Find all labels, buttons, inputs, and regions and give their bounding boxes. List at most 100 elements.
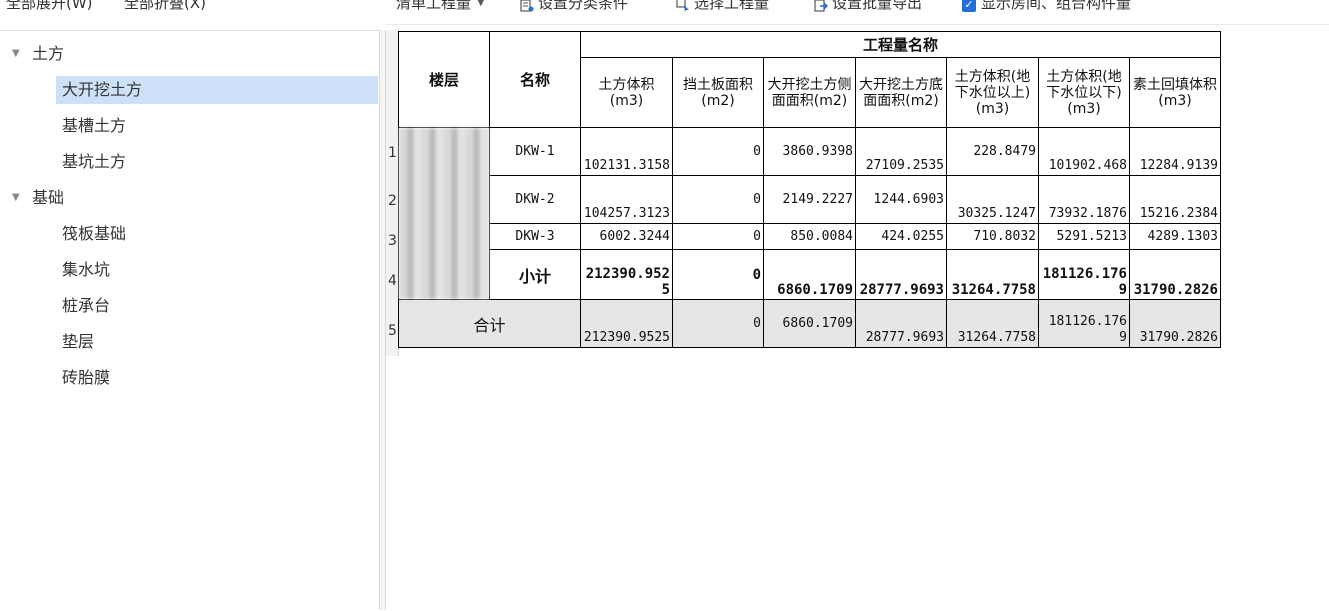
cell-total-label[interactable]: 合计 xyxy=(398,299,581,348)
cell-value[interactable]: 0 xyxy=(672,223,764,250)
cell-value[interactable]: 31264.7758 xyxy=(946,299,1039,348)
cell-value[interactable]: 3860.9398 xyxy=(763,127,856,176)
cell-name[interactable]: DKW-1 xyxy=(489,127,581,176)
subtotal-row[interactable]: 小计 212390.9525 0 6860.1709 28777.9693 31… xyxy=(399,249,1221,300)
cell-value[interactable]: 1244.6903 xyxy=(855,175,947,224)
cell-value[interactable]: 228.8479 xyxy=(946,127,1039,176)
tree-group-label: 基础 xyxy=(32,188,65,207)
cell-value[interactable]: 424.0255 xyxy=(855,223,947,250)
cell-value[interactable]: 15216.2384 xyxy=(1129,175,1221,224)
header-floor: 楼层 xyxy=(398,31,490,128)
expand-arrow-icon[interactable]: ▼ xyxy=(12,39,20,69)
cell-value[interactable]: 101902.468 xyxy=(1038,127,1130,176)
cell-value[interactable]: 0 xyxy=(672,249,764,300)
tree-item-brick-mold[interactable]: 砖胎膜 xyxy=(0,363,380,393)
tree-item-label: 基槽土方 xyxy=(62,116,127,135)
set-category-button[interactable]: 设置分类条件 xyxy=(520,0,628,13)
cell-name[interactable]: DKW-2 xyxy=(489,175,581,224)
row-number: 1 xyxy=(388,145,397,161)
cell-value[interactable]: 212390.9525 xyxy=(580,299,673,348)
floor-cell-redacted[interactable] xyxy=(398,127,490,300)
total-row[interactable]: 合计 212390.9525 0 6860.1709 28777.9693 31… xyxy=(398,299,1221,348)
tree-item-trench[interactable]: 基槽土方 xyxy=(0,111,380,141)
cell-value[interactable]: 31790.2826 xyxy=(1129,249,1221,300)
header-col-4: 大开挖土方底面面积(m2) xyxy=(855,57,947,128)
cell-value[interactable]: 181126.1769 xyxy=(1038,249,1130,300)
cell-value[interactable]: 0 xyxy=(672,299,764,348)
header-col-7: 素土回填体积(m3) xyxy=(1129,57,1221,128)
cell-value[interactable]: 102131.3158 xyxy=(580,127,673,176)
cell-value[interactable]: 31264.7758 xyxy=(946,249,1039,300)
cell-value[interactable]: 850.0084 xyxy=(763,223,856,250)
cell-subtotal-label[interactable]: 小计 xyxy=(489,249,581,300)
cell-value[interactable]: 212390.9525 xyxy=(580,249,673,300)
tree-item-label: 基坑土方 xyxy=(62,152,127,171)
panel-splitter[interactable] xyxy=(379,30,386,610)
select-quantity-button[interactable]: 选择工程量 xyxy=(676,0,769,13)
batch-export-icon xyxy=(814,0,828,12)
tree-item-cushion[interactable]: 垫层 xyxy=(0,327,380,357)
dropdown-value: 清单工程量 xyxy=(396,0,472,12)
cell-value[interactable]: 27109.2535 xyxy=(855,127,947,176)
tree-item-raft-foundation[interactable]: 筏板基础 xyxy=(0,219,380,249)
select-quantity-label: 选择工程量 xyxy=(694,0,770,12)
table-row[interactable]: DKW-3 6002.3244 0 850.0084 424.0255 710.… xyxy=(399,223,1221,250)
quantity-type-dropdown[interactable]: 清单工程量 ▼ xyxy=(396,0,485,13)
header-col-3: 大开挖土方侧面面积(m2) xyxy=(763,57,856,128)
show-rooms-checkbox[interactable]: ✓ 显示房间、组合构件量 xyxy=(962,0,1131,13)
tree-group-label: 土方 xyxy=(32,44,65,63)
cell-value[interactable]: 0 xyxy=(672,175,764,224)
tree-group-earthwork[interactable]: ▼ 土方 xyxy=(0,39,380,69)
tree-item-sump-pit[interactable]: 集水坑 xyxy=(0,255,380,285)
tree-item-label: 筏板基础 xyxy=(62,224,127,243)
cell-value[interactable]: 4289.1303 xyxy=(1129,223,1221,250)
table-row[interactable]: DKW-2 104257.3123 0 2149.2227 1244.6903 … xyxy=(399,175,1221,224)
cell-value[interactable]: 710.8032 xyxy=(946,223,1039,250)
collapse-all-link[interactable]: 全部折叠(X) xyxy=(124,0,206,13)
cell-value[interactable]: 73932.1876 xyxy=(1038,175,1130,224)
select-quantity-icon xyxy=(676,0,690,12)
table-row[interactable]: DKW-1 102131.3158 0 3860.9398 27109.2535… xyxy=(398,127,1221,300)
tree-actions-bar: 全部展开(W) 全部折叠(X) xyxy=(0,0,380,16)
expand-arrow-icon[interactable]: ▼ xyxy=(12,183,20,213)
set-batch-export-button[interactable]: 设置批量导出 xyxy=(814,0,922,13)
cell-value[interactable]: 31790.2826 xyxy=(1129,299,1221,348)
expand-all-link[interactable]: 全部展开(W) xyxy=(6,0,93,13)
component-tree: ▼ 土方 大开挖土方 基槽土方 基坑土方 ▼ 基础 筏板基础 集水坑 桩承台 垫… xyxy=(0,30,380,611)
header-col-5: 土方体积(地下水位以上)(m3) xyxy=(946,57,1039,128)
tree-item-label: 桩承台 xyxy=(62,296,111,315)
chevron-down-icon: ▼ xyxy=(477,0,485,8)
row-number: 3 xyxy=(388,233,397,249)
toolbar-divider xyxy=(386,24,1329,25)
row-number: 5 xyxy=(388,323,397,339)
header-name: 名称 xyxy=(489,31,581,128)
tree-item-open-excavation[interactable]: 大开挖土方 xyxy=(0,75,380,105)
cell-value[interactable]: 6860.1709 xyxy=(763,299,856,348)
tree-item-pit[interactable]: 基坑土方 xyxy=(0,147,380,177)
cell-value[interactable]: 6860.1709 xyxy=(763,249,856,300)
tree-group-foundation[interactable]: ▼ 基础 xyxy=(0,183,380,213)
cell-value[interactable]: 181126.1769 xyxy=(1038,299,1130,348)
row-number: 2 xyxy=(388,193,397,209)
set-batch-export-label: 设置批量导出 xyxy=(832,0,923,12)
tree-item-label: 垫层 xyxy=(62,332,95,351)
cell-name[interactable]: DKW-3 xyxy=(489,223,581,250)
cell-value[interactable]: 30325.1247 xyxy=(946,175,1039,224)
header-col-1: 土方体积(m3) xyxy=(580,57,673,128)
row-number: 4 xyxy=(388,273,397,289)
header-col-6: 土方体积(地下水位以下)(m3) xyxy=(1038,57,1130,128)
cell-value[interactable]: 28777.9693 xyxy=(855,249,947,300)
cell-value[interactable]: 5291.5213 xyxy=(1038,223,1130,250)
tree-item-label: 砖胎膜 xyxy=(62,368,111,387)
cell-value[interactable]: 12284.9139 xyxy=(1129,127,1221,176)
cell-value[interactable]: 28777.9693 xyxy=(855,299,947,348)
show-rooms-label: 显示房间、组合构件量 xyxy=(981,0,1132,12)
cell-value[interactable]: 104257.3123 xyxy=(580,175,673,224)
tree-item-label: 大开挖土方 xyxy=(62,80,143,99)
cell-value[interactable]: 6002.3244 xyxy=(580,223,673,250)
cell-value[interactable]: 2149.2227 xyxy=(763,175,856,224)
set-category-label: 设置分类条件 xyxy=(538,0,629,12)
toolbar: 清单工程量 ▼ 设置分类条件 选择工程量 设置批量导出 ✓ 显示房间、组合构件量 xyxy=(386,0,1329,20)
tree-item-pile-cap[interactable]: 桩承台 xyxy=(0,291,380,321)
cell-value[interactable]: 0 xyxy=(672,127,764,176)
